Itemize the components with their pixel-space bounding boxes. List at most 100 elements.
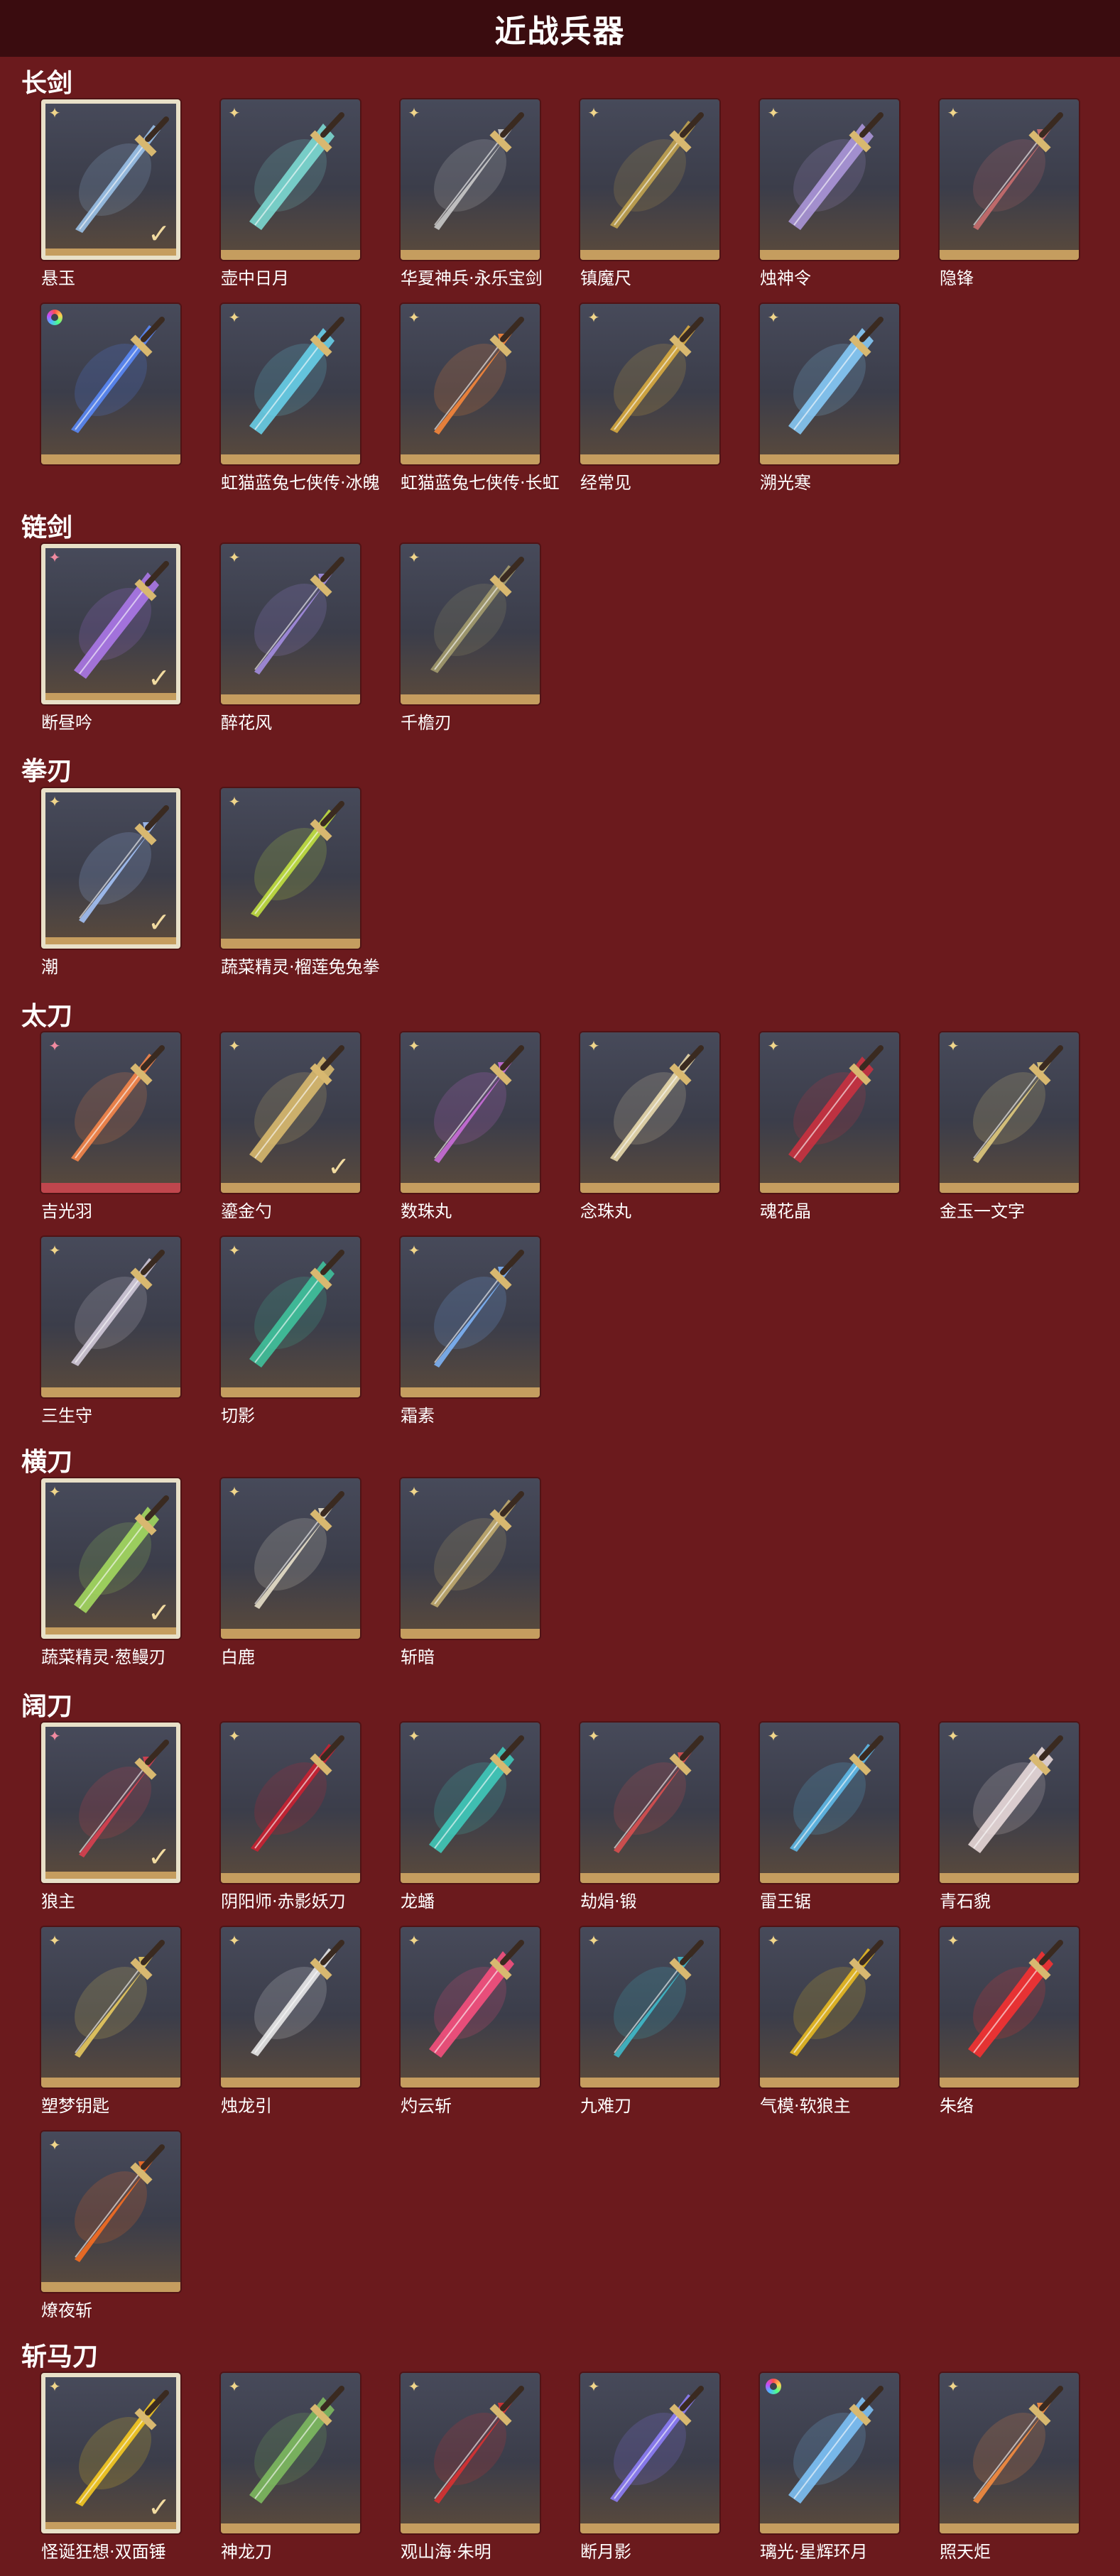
weapon-name: 雷王锯	[760, 1892, 811, 1911]
weapon-card[interactable]: ✦ 斩暗	[401, 1478, 540, 1667]
weapon-card[interactable]: ✦ 虹猫蓝兔七侠传·冰魄	[221, 304, 380, 493]
weapon-card[interactable]: ✦ 塑梦钥匙	[41, 1927, 180, 2116]
weapon-card[interactable]: ✦ 照天炬	[940, 2373, 1079, 2562]
weapon-card[interactable]: ✦ 魂花晶	[760, 1032, 899, 1221]
weapon-name: 念珠丸	[580, 1201, 631, 1221]
weapon-frame	[401, 99, 540, 260]
weapon-frame	[221, 544, 360, 704]
weapon-frame	[580, 304, 719, 464]
weapon-card[interactable]: ✦ 醉花风	[221, 544, 360, 733]
weapon-card[interactable]: ✦ 烛龙引	[221, 1927, 360, 2116]
star-badge-icon: ✦	[587, 104, 600, 121]
weapon-name: 蔬菜精灵·葱鳗刃	[41, 1647, 166, 1667]
weapon-frame	[41, 1032, 180, 1193]
star-badge-icon: ✦	[947, 1728, 959, 1745]
weapon-name: 烛神令	[760, 268, 811, 288]
weapon-card[interactable]: ✦ 壶中日月	[221, 99, 360, 288]
weapon-card[interactable]: ✦ 气模·软狼主	[760, 1927, 899, 2116]
weapon-name: 醉花风	[221, 713, 272, 733]
weapon-card[interactable]: ✦ ✓ 断昼吟	[41, 544, 180, 733]
weapon-name: 吉光羽	[41, 1201, 92, 1221]
weapon-frame	[940, 1032, 1079, 1193]
star-badge-icon: ✦	[48, 2136, 61, 2154]
weapon-card[interactable]: ✦ 雷王锯	[760, 1723, 899, 1911]
weapon-image	[610, 2386, 704, 2502]
star-badge-icon: ✦	[228, 2378, 241, 2395]
star-badge-icon: ✦	[228, 1037, 241, 1054]
weapon-card[interactable]: ✦ 青石貌	[940, 1723, 1079, 1911]
star-badge-icon: ✦	[587, 2378, 600, 2395]
weapon-card[interactable]: ✦ 溯光寒	[760, 304, 899, 493]
weapon-card[interactable]: ✦ 灼云斩	[401, 1927, 540, 2116]
star-badge-icon: ✦	[48, 2378, 61, 2395]
weapon-card[interactable]: ✦ 千檐刃	[401, 544, 540, 733]
weapon-card[interactable]	[41, 304, 180, 464]
weapon-name: 青石貌	[940, 1892, 991, 1911]
weapon-card[interactable]: ✦ ✓ 悬玉	[41, 99, 180, 288]
weapon-frame	[940, 2373, 1079, 2533]
weapon-card[interactable]: ✦ ✓ 鎏金勺	[221, 1032, 360, 1221]
weapon-image	[249, 112, 344, 230]
check-icon: ✓	[148, 1597, 170, 1628]
weapon-name: 九难刀	[580, 2096, 631, 2116]
weapon-name: 隐锋	[940, 268, 974, 288]
weapon-card[interactable]: ✦ 朱络	[940, 1927, 1079, 2116]
check-icon: ✓	[148, 1841, 170, 1872]
star-badge-icon: ✦	[408, 2378, 420, 2395]
weapon-card[interactable]: ✦ ✓ 蔬菜精灵·葱鳗刃	[41, 1478, 180, 1667]
weapon-card[interactable]: ✦ 霜素	[401, 1237, 540, 1426]
star-badge-icon: ✦	[947, 104, 959, 121]
weapon-name: 斩暗	[401, 1647, 435, 1667]
star-badge-icon: ✦	[767, 309, 780, 326]
weapon-frame	[760, 1032, 899, 1193]
weapon-card[interactable]: ✦ 烛神令	[760, 99, 899, 288]
weapon-card[interactable]: ✦ 燎夜斩	[41, 2132, 180, 2320]
weapon-card[interactable]: ✦ 念珠丸	[580, 1032, 719, 1221]
weapon-card[interactable]: ✦ 断月影	[580, 2373, 719, 2562]
weapon-card[interactable]: ✦ 九难刀	[580, 1927, 719, 2116]
weapon-card[interactable]: 璃光·星辉环月	[760, 2373, 899, 2562]
weapon-card[interactable]: ✦ 阴阳师·赤影妖刀	[221, 1723, 360, 1911]
weapon-card[interactable]: ✦ 三生守	[41, 1237, 180, 1426]
weapon-card[interactable]: ✦ ✓ 狼主	[41, 1723, 180, 1911]
weapon-card[interactable]: ✦ 华夏神兵·永乐宝剑	[401, 99, 543, 288]
star-badge-icon: ✦	[408, 104, 420, 121]
weapon-card[interactable]: ✦ 龙蟠	[401, 1723, 540, 1911]
weapon-image	[610, 317, 704, 433]
weapon-frame	[401, 1032, 540, 1193]
weapon-name: 灼云斩	[401, 2096, 452, 2116]
weapon-card[interactable]: ✦ 吉光羽	[41, 1032, 180, 1221]
weapon-card[interactable]: ✦ 观山海·朱明	[401, 2373, 540, 2562]
weapon-card[interactable]: ✦ 经常见	[580, 304, 719, 493]
star-badge-icon: ✦	[767, 1728, 780, 1745]
weapon-card[interactable]: ✦ 虹猫蓝兔七侠传·长虹	[401, 304, 560, 493]
weapon-card[interactable]: ✦ 金玉一文字	[940, 1032, 1079, 1221]
weapon-card[interactable]: ✦ 蔬菜精灵·榴莲兔兔拳	[221, 788, 380, 977]
weapon-name: 镇魔尺	[580, 268, 631, 288]
weapon-frame	[580, 1032, 719, 1193]
weapon-frame	[760, 304, 899, 464]
weapon-frame	[580, 1723, 719, 1883]
weapon-card[interactable]: ✦ 隐锋	[940, 99, 1079, 288]
weapon-card[interactable]: ✦ 数珠丸	[401, 1032, 540, 1221]
star-badge-icon: ✦	[767, 1037, 780, 1054]
weapon-card[interactable]: ✦ 白鹿	[221, 1478, 360, 1667]
weapon-image	[430, 1491, 524, 1608]
weapon-name: 气模·软狼主	[760, 2096, 851, 2116]
weapon-frame	[760, 1927, 899, 2087]
weapon-name: 魂花晶	[760, 1201, 811, 1221]
weapon-card[interactable]: ✦ ✓ 潮	[41, 788, 180, 977]
weapon-card[interactable]: ✦ 镇魔尺	[580, 99, 719, 288]
weapon-card[interactable]: ✦ ✓ 怪诞狂想·双面锤	[41, 2373, 180, 2562]
weapon-image	[434, 112, 524, 230]
weapon-name: 断月影	[580, 2542, 631, 2562]
star-badge-icon: ✦	[228, 1483, 241, 1500]
weapon-name: 白鹿	[221, 1647, 255, 1667]
weapon-card[interactable]: ✦ 神龙刀	[221, 2373, 360, 2562]
weapon-card[interactable]: ✦ 劫焆·锻	[580, 1723, 719, 1911]
weapon-image	[251, 1735, 344, 1852]
weapon-card[interactable]: ✦ 切影	[221, 1237, 360, 1426]
check-icon: ✓	[148, 907, 170, 938]
weapon-name: 金玉一文字	[940, 1201, 1025, 1221]
weapon-name: 华夏神兵·永乐宝剑	[401, 268, 543, 288]
